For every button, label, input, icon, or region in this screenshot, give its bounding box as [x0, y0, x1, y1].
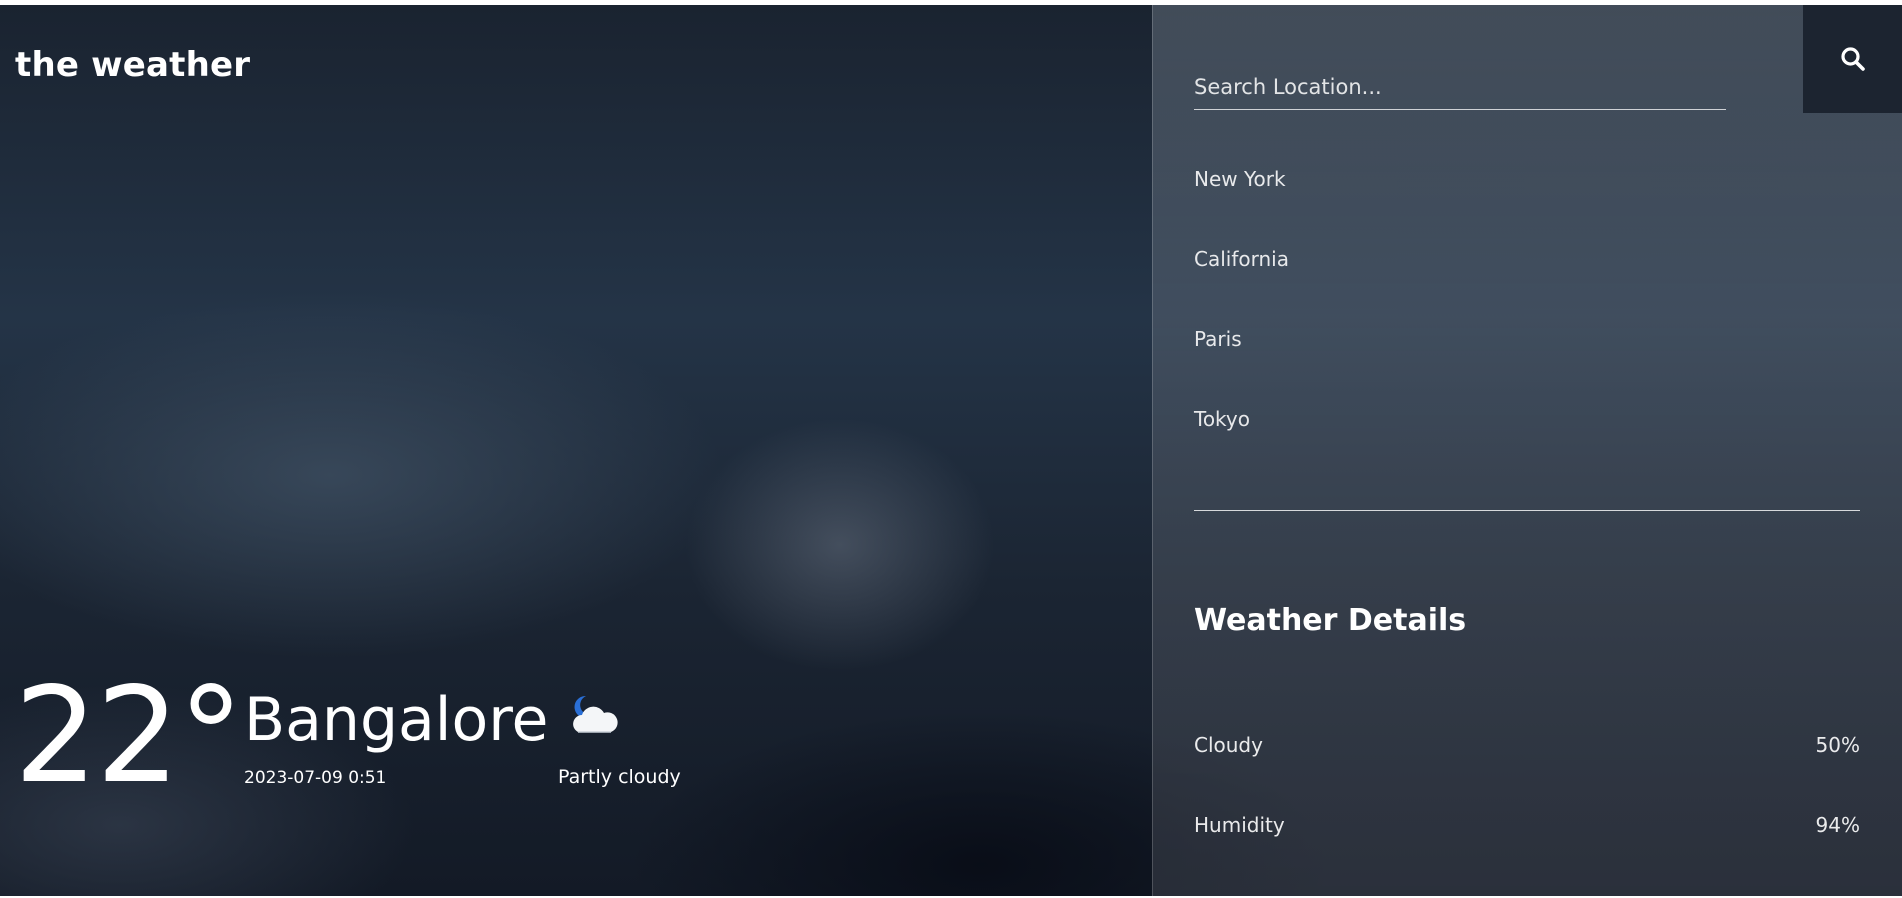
search-button[interactable]	[1803, 5, 1902, 113]
temperature: 22°	[14, 659, 244, 813]
city-item-paris[interactable]: Paris	[1194, 323, 1289, 403]
search-input[interactable]	[1194, 65, 1726, 110]
condition-text: Partly cloudy	[558, 766, 681, 788]
side-panel: New York California Paris Tokyo Weather …	[1152, 5, 1902, 896]
divider	[1194, 510, 1860, 511]
weather-app: the weather 22° Bangalore 2023-07-09 0:5…	[0, 5, 1902, 896]
details-title: Weather Details	[1194, 603, 1467, 638]
detail-value: 94%	[1815, 813, 1860, 837]
detail-label: Cloudy	[1194, 733, 1263, 757]
moon-cloud-icon	[564, 692, 624, 742]
detail-row-humidity: Humidity 94%	[1194, 813, 1860, 845]
search-icon	[1841, 47, 1865, 71]
date-time: 2023-07-09 0:51	[244, 768, 387, 788]
brand-logo[interactable]: the weather	[15, 45, 250, 85]
city-list: New York California Paris Tokyo	[1194, 163, 1289, 483]
detail-label: Humidity	[1194, 813, 1285, 837]
city-item-california[interactable]: California	[1194, 243, 1289, 323]
city-item-tokyo[interactable]: Tokyo	[1194, 403, 1289, 483]
city-name: Bangalore	[244, 685, 549, 755]
detail-row-cloudy: Cloudy 50%	[1194, 733, 1860, 765]
detail-value: 50%	[1815, 733, 1860, 757]
city-item-new-york[interactable]: New York	[1194, 163, 1289, 243]
